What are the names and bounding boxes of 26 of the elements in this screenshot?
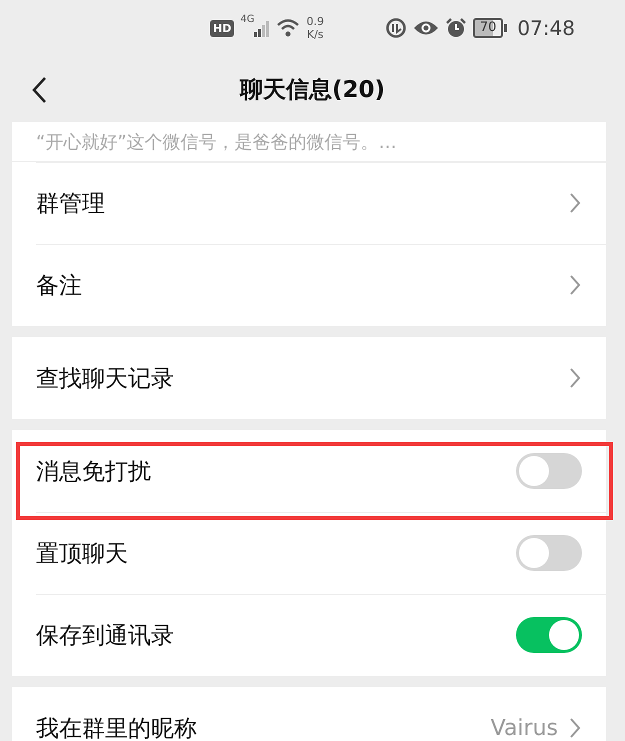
clock-time: 07:48 [517,16,575,40]
settings-row[interactable]: 我在群里的昵称 Vairus [12,687,606,741]
settings-row[interactable]: 备注 [12,244,606,326]
speed-unit: K/s [306,28,324,41]
toggle-switch[interactable] [516,617,582,653]
signal-icon [254,19,270,37]
chat-note: “开心就好”这个微信号，是爸爸的微信号。… [36,130,397,154]
settings-row[interactable]: 查找聊天记录 [12,337,606,419]
network-type: 4G [240,14,254,25]
setting-label: 消息免打扰 [36,458,151,486]
alarm-icon [444,17,467,39]
chevron-icon [568,366,582,390]
chevron-icon [568,273,582,297]
hd-icon: HD [210,20,234,36]
network-speed: 0.9 [306,15,324,28]
setting-label: 置顶聊天 [36,540,128,568]
battery-level: 70 [472,18,504,38]
chevron-icon [568,191,582,215]
setting-label: 保存到通讯录 [36,622,174,650]
toggle-switch[interactable] [516,535,582,571]
chevron-icon [568,716,582,740]
eye-icon [412,19,439,37]
settings-row[interactable]: 群管理 [12,162,606,244]
wifi-icon [276,18,300,38]
toggle-switch[interactable] [516,453,582,489]
page-title: 聊天信息(20) [240,76,386,104]
